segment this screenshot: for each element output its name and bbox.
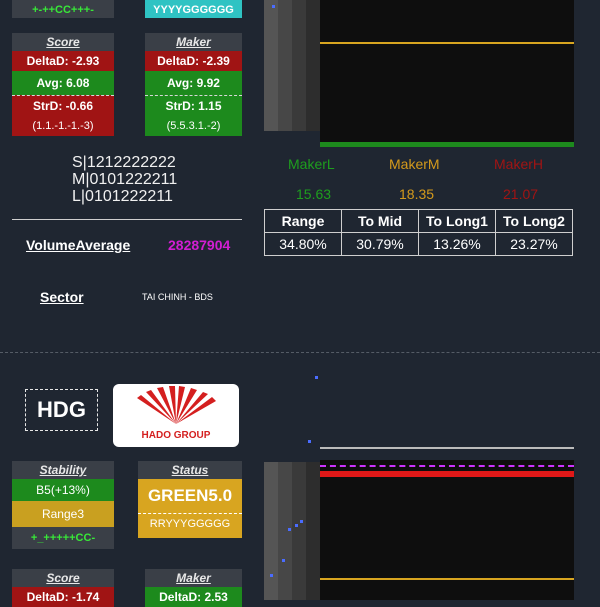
- score-avg: Avg: 6.08: [12, 71, 114, 95]
- maker-m-label: MakerM: [389, 156, 440, 172]
- maker-l-value: 15.63: [296, 186, 332, 202]
- maker-card-2-title: Maker: [145, 569, 242, 587]
- maker-m-line: [320, 42, 574, 44]
- stats-value: 23.27%: [495, 232, 573, 256]
- maker-h-band-2: [320, 471, 574, 477]
- price-point: [308, 440, 311, 443]
- maker-l-line: [320, 142, 574, 147]
- stats-header-row: Range To Mid To Long1 To Long2: [264, 209, 573, 233]
- slm-l: L|0101222211: [72, 188, 173, 205]
- stats-header: Range: [264, 209, 342, 233]
- maker-card-title: Maker: [145, 33, 242, 51]
- score-card-title: Score: [12, 33, 114, 51]
- slm-s: S|1212222222: [72, 154, 176, 171]
- maker-seq: (5.5.3.1.-2): [145, 116, 242, 136]
- status-value: GREEN5.0: [138, 479, 242, 513]
- maker-h-value: 21.07: [503, 186, 539, 202]
- volume-value: 28287904: [168, 237, 231, 253]
- divider: [12, 219, 242, 220]
- maker-m-value: 18.35: [399, 186, 435, 202]
- stats-value-row: 34.80% 30.79% 13.26% 23.27%: [264, 232, 573, 256]
- stability-trend: +_+++++CC-: [12, 527, 114, 549]
- volume-label: VolumeAverage: [26, 237, 131, 253]
- plot-area: [320, 0, 574, 142]
- price-point: [270, 574, 273, 577]
- price-chart-top: [264, 0, 574, 150]
- price-chart-bottom: [264, 372, 574, 600]
- score-seq: (1.1.-1.-1.-3): [12, 116, 114, 136]
- price-point: [315, 376, 318, 379]
- ticker-box[interactable]: HDG: [25, 389, 98, 431]
- trend-strip: +-++CC+++-: [12, 0, 114, 18]
- maker-card: Maker DeltaD: -2.39 Avg: 9.92 StrD: 1.15…: [145, 33, 242, 136]
- rry-strip: YYYYGGGGGG: [145, 0, 242, 18]
- price-point: [295, 524, 298, 527]
- section-separator: [0, 352, 600, 353]
- maker-l-label: MakerL: [288, 156, 335, 172]
- sector-label: Sector: [40, 289, 84, 305]
- score-card-2-title: Score: [12, 569, 114, 587]
- slm-block: S|1212222222 M|0101222211 L|0101222211: [72, 154, 242, 205]
- volume-bars: [264, 0, 320, 131]
- status-card-title: Status: [138, 461, 242, 479]
- stability-range: Range3: [12, 501, 114, 527]
- maker-card-2: Maker DeltaD: 2.53: [145, 569, 242, 607]
- maker-avg: Avg: 9.92: [145, 71, 242, 95]
- sector-value: TAI CHINH - BDS: [142, 292, 213, 302]
- company-logo: HADO GROUP: [113, 384, 239, 447]
- volume-bars-2: [264, 462, 320, 600]
- stats-value: 13.26%: [418, 232, 496, 256]
- maker-str: StrD: 1.15: [145, 95, 242, 116]
- stability-b: B5(+13%): [12, 479, 114, 501]
- stats-header: To Mid: [341, 209, 419, 233]
- logo-text: HADO GROUP: [141, 430, 211, 441]
- maker-2-delta: DeltaD: 2.53: [145, 587, 242, 607]
- slm-m: M|0101222211: [72, 171, 178, 188]
- price-point: [272, 5, 275, 8]
- score-card-2: Score DeltaD: -1.74: [12, 569, 114, 607]
- score-card: Score DeltaD: -2.93 Avg: 6.08 StrD: -0.6…: [12, 33, 114, 136]
- status-card: Status GREEN5.0 RRYYYGGGGG: [138, 461, 242, 538]
- price-point: [300, 520, 303, 523]
- stability-card-title: Stability: [12, 461, 114, 479]
- maker-m-line-2: [320, 578, 574, 580]
- status-rry: RRYYYGGGGG: [138, 513, 242, 538]
- maker-delta: DeltaD: -2.39: [145, 51, 242, 71]
- stability-card: Stability B5(+13%) Range3 +_+++++CC-: [12, 461, 114, 549]
- maker-h-line-2: [320, 447, 574, 449]
- price-point: [288, 528, 291, 531]
- score-delta: DeltaD: -2.93: [12, 51, 114, 71]
- score-2-delta: DeltaD: -1.74: [12, 587, 114, 607]
- stats-value: 34.80%: [264, 232, 342, 256]
- stats-header: To Long1: [418, 209, 496, 233]
- dashed-level-2: [320, 465, 574, 467]
- stats-header: To Long2: [495, 209, 573, 233]
- score-str: StrD: -0.66: [12, 95, 114, 116]
- stats-value: 30.79%: [341, 232, 419, 256]
- maker-h-label: MakerH: [494, 156, 544, 172]
- price-point: [282, 559, 285, 562]
- stats-table: Range To Mid To Long1 To Long2 34.80% 30…: [264, 209, 573, 256]
